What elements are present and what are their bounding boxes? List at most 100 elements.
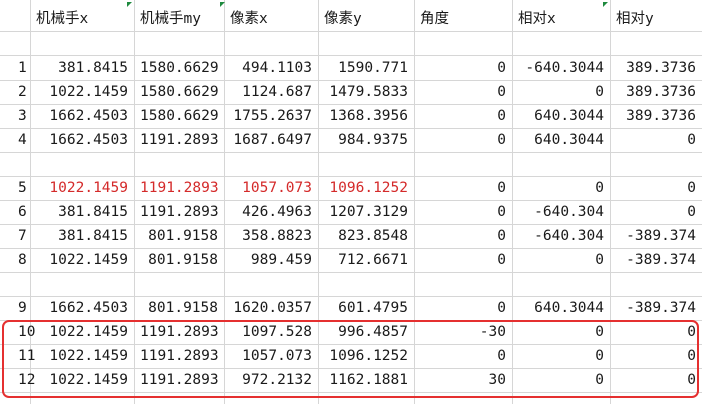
table-cell-relative-y[interactable]: 0 (610, 176, 702, 200)
table-cell-angle[interactable]: 0 (414, 56, 512, 80)
table-cell-angle[interactable]: 0 (414, 176, 512, 200)
table-cell-pixel-y[interactable]: 823.8548 (318, 224, 414, 248)
table-cell-pixel-y[interactable]: 984.9375 (318, 128, 414, 152)
column-header-relative-x[interactable]: 相对x (512, 7, 610, 31)
column-header-angle[interactable]: 角度 (414, 7, 512, 31)
table-cell-pixel-x[interactable]: 1620.0357 (224, 296, 318, 320)
table-cell-angle[interactable]: 0 (414, 296, 512, 320)
column-header-row-index[interactable] (0, 7, 30, 31)
table-cell-arm-x[interactable]: 1022.1459 (30, 80, 134, 104)
table-cell-arm-x[interactable]: 1662.4503 (30, 104, 134, 128)
table-cell-pixel-x[interactable]: 1124.687 (224, 80, 318, 104)
table-cell-relative-y[interactable]: 389.3736 (610, 56, 702, 80)
column-header-pixel-x[interactable]: 像素x (224, 7, 318, 31)
table-cell-arm-my[interactable]: 1580.6629 (134, 104, 224, 128)
table-cell-relative-y[interactable]: 389.3736 (610, 104, 702, 128)
row-number[interactable]: 5 (0, 176, 30, 200)
table-cell-pixel-y[interactable]: 1590.771 (318, 56, 414, 80)
table-cell-pixel-y[interactable]: 1096.1252 (318, 176, 414, 200)
table-cell-arm-x[interactable]: 1662.4503 (30, 128, 134, 152)
table-cell-arm-my[interactable]: 1191.2893 (134, 200, 224, 224)
table-cell-arm-x[interactable]: 1022.1459 (30, 248, 134, 272)
table-cell-pixel-y[interactable]: 601.4795 (318, 296, 414, 320)
table-cell-pixel-x[interactable]: 1057.073 (224, 176, 318, 200)
table-cell-pixel-y[interactable]: 1479.5833 (318, 80, 414, 104)
table-cell-arm-x[interactable]: 1662.4503 (30, 296, 134, 320)
table-cell-arm-my[interactable]: 1191.2893 (134, 128, 224, 152)
table-cell-angle[interactable]: 0 (414, 80, 512, 104)
table-cell-arm-my[interactable] (134, 272, 224, 296)
comment-marker-icon (220, 2, 225, 7)
table-cell-arm-x[interactable]: 1022.1459 (30, 176, 134, 200)
table-cell-relative-x[interactable]: 640.3044 (512, 104, 610, 128)
table-cell-relative-x[interactable]: 640.3044 (512, 296, 610, 320)
table-cell-relative-x[interactable]: -640.304 (512, 224, 610, 248)
row-number[interactable]: 4 (0, 128, 30, 152)
table-cell-pixel-x[interactable]: 358.8823 (224, 224, 318, 248)
table-cell-relative-x[interactable] (512, 272, 610, 296)
table-cell-relative-y[interactable]: -389.374 (610, 248, 702, 272)
table-cell-relative-y[interactable] (610, 152, 702, 176)
row-number[interactable]: 3 (0, 104, 30, 128)
table-cell-pixel-x[interactable]: 426.4963 (224, 200, 318, 224)
table-cell-relative-x[interactable]: 0 (512, 176, 610, 200)
table-cell-pixel-y[interactable]: 1207.3129 (318, 200, 414, 224)
table-cell-arm-my[interactable]: 801.9158 (134, 224, 224, 248)
table-cell-pixel-y[interactable]: 712.6671 (318, 248, 414, 272)
table-cell-pixel-y[interactable] (318, 152, 414, 176)
table-cell-pixel-y[interactable]: 1368.3956 (318, 104, 414, 128)
table-cell-arm-x[interactable]: 381.8415 (30, 200, 134, 224)
table-cell-arm-x[interactable]: 381.8415 (30, 56, 134, 80)
column-header-arm-my[interactable]: 机械手my (134, 7, 224, 31)
comment-marker-icon (127, 2, 132, 7)
table-cell-angle[interactable]: 0 (414, 128, 512, 152)
table-cell-angle[interactable]: 0 (414, 104, 512, 128)
table-cell-arm-x[interactable] (30, 272, 134, 296)
row-number[interactable] (0, 272, 30, 296)
table-cell-relative-x[interactable]: 640.3044 (512, 128, 610, 152)
column-header-pixel-y[interactable]: 像素y (318, 7, 414, 31)
row-number[interactable]: 7 (0, 224, 30, 248)
table-cell-angle[interactable]: 0 (414, 200, 512, 224)
table-cell-pixel-y[interactable] (318, 272, 414, 296)
table-cell-pixel-x[interactable]: 989.459 (224, 248, 318, 272)
table-cell-relative-y[interactable]: 0 (610, 200, 702, 224)
table-cell-arm-my[interactable] (134, 152, 224, 176)
table-cell-relative-x[interactable]: -640.3044 (512, 56, 610, 80)
table-cell-angle[interactable]: 0 (414, 224, 512, 248)
table-cell-arm-my[interactable]: 1580.6629 (134, 56, 224, 80)
table-cell-arm-x[interactable] (30, 152, 134, 176)
column-header-arm-x[interactable]: 机械手x (30, 7, 134, 31)
table-cell-arm-my[interactable]: 801.9158 (134, 248, 224, 272)
table-cell-relative-y[interactable]: 389.3736 (610, 80, 702, 104)
table-cell-angle[interactable] (414, 152, 512, 176)
table-cell-arm-my[interactable]: 1191.2893 (134, 176, 224, 200)
table-cell-pixel-x[interactable]: 1755.2637 (224, 104, 318, 128)
table-cell-relative-y[interactable]: 0 (610, 128, 702, 152)
row-number[interactable]: 6 (0, 200, 30, 224)
table-cell-relative-y[interactable] (610, 272, 702, 296)
table-cell-arm-my[interactable]: 1580.6629 (134, 80, 224, 104)
row-number[interactable]: 8 (0, 248, 30, 272)
table-cell-relative-x[interactable]: 0 (512, 80, 610, 104)
column-header-relative-y[interactable]: 相对y (610, 7, 702, 31)
table-cell-pixel-x[interactable]: 494.1103 (224, 56, 318, 80)
comment-marker-icon (603, 2, 608, 7)
table-cell-relative-x[interactable] (512, 152, 610, 176)
row-number[interactable] (0, 152, 30, 176)
row-number[interactable]: 2 (0, 80, 30, 104)
table-cell-arm-my[interactable]: 801.9158 (134, 296, 224, 320)
table-cell-pixel-x[interactable] (224, 272, 318, 296)
table-cell-relative-x[interactable]: -640.304 (512, 200, 610, 224)
row-number[interactable]: 9 (0, 296, 30, 320)
table-cell-angle[interactable]: 0 (414, 248, 512, 272)
table-cell-angle[interactable] (414, 272, 512, 296)
table-cell-arm-x[interactable]: 381.8415 (30, 224, 134, 248)
row-number[interactable]: 1 (0, 56, 30, 80)
highlight-annotation-box (2, 320, 699, 398)
table-cell-pixel-x[interactable] (224, 152, 318, 176)
table-cell-pixel-x[interactable]: 1687.6497 (224, 128, 318, 152)
table-cell-relative-y[interactable]: -389.374 (610, 296, 702, 320)
table-cell-relative-x[interactable]: 0 (512, 248, 610, 272)
table-cell-relative-y[interactable]: -389.374 (610, 224, 702, 248)
